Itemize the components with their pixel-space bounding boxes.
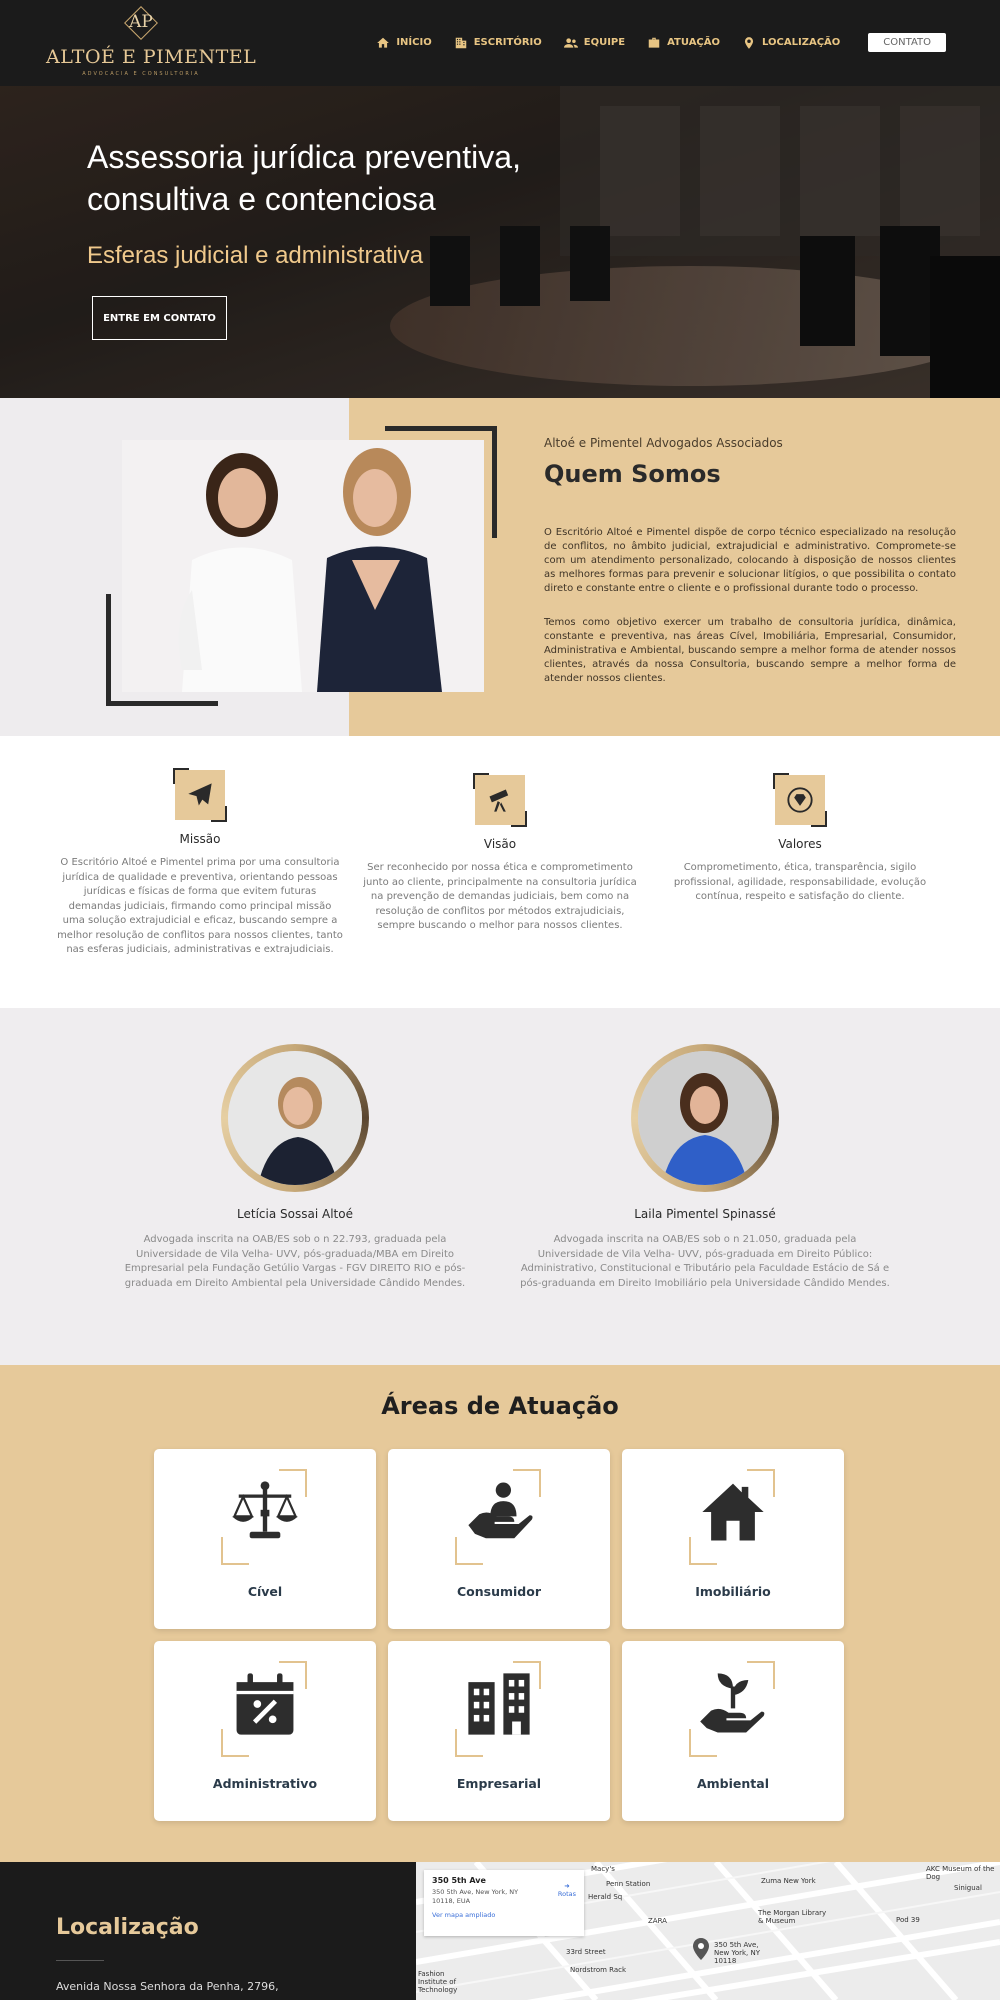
- nav-item-inicio[interactable]: INÍCIO: [376, 36, 432, 50]
- main-nav: INÍCIO ESCRITÓRIO EQUIPE ATUAÇÃO LOCALIZ…: [376, 33, 946, 52]
- area-card-civel[interactable]: Cível: [154, 1449, 376, 1629]
- briefcase-icon: [648, 37, 660, 48]
- area-card-ambiental[interactable]: Ambiental: [622, 1641, 844, 1821]
- location-title: Localização: [56, 1915, 199, 1940]
- area-card-empresarial[interactable]: Empresarial: [388, 1641, 610, 1821]
- team-member: Laila Pimentel Spinassé Advogada inscrit…: [520, 1044, 890, 1291]
- nav-item-equipe[interactable]: EQUIPE: [563, 36, 625, 50]
- hand-plant-icon: [700, 1673, 765, 1733]
- house-icon: [702, 1483, 764, 1541]
- hand-person-icon: [468, 1482, 533, 1539]
- practice-areas-section: Áreas de Atuação Cível Consumidor Imobil…: [0, 1365, 1000, 1862]
- area-card-imobiliario[interactable]: Imobiliário: [622, 1449, 844, 1629]
- partners-photo: [122, 440, 484, 692]
- values-block: Valores Comprometimento, ética, transpar…: [665, 773, 935, 905]
- location-section: Localização Avenida Nossa Senhora da Pen…: [0, 1862, 416, 2000]
- calendar-percent-icon: [236, 1673, 294, 1735]
- site-header: AP ALTOÉ E PIMENTEL ADVOCACIA E CONSULTO…: [0, 0, 1000, 86]
- brand-logo[interactable]: AP ALTOÉ E PIMENTEL ADVOCACIA E CONSULTO…: [46, 4, 257, 84]
- nav-item-localizacao[interactable]: LOCALIZAÇÃO: [742, 36, 840, 50]
- embedded-map[interactable]: 350 5th Ave 350 5th Ave, New York, NY 10…: [416, 1862, 1000, 2000]
- mission-block: Missão O Escritório Altoé e Pimentel pri…: [56, 768, 344, 958]
- brand-tagline: ADVOCACIA E CONSULTORIA: [82, 71, 200, 77]
- larger-map-link[interactable]: Ver mapa ampliado: [432, 1911, 576, 1919]
- telescope-icon: [489, 789, 509, 812]
- home-icon: [377, 37, 390, 48]
- avatar: [631, 1044, 779, 1192]
- location-pin-icon: [744, 36, 754, 49]
- about-paragraph: O Escritório Altoé e Pimentel dispõe de …: [544, 527, 956, 594]
- directions-icon: ➜: [564, 1882, 570, 1890]
- contact-button[interactable]: CONTATO: [868, 33, 946, 52]
- team-member: Letícia Sossai Altoé Advogada inscrita n…: [110, 1044, 480, 1291]
- about-title: Quem Somos: [544, 460, 721, 488]
- areas-title: Áreas de Atuação: [381, 1392, 619, 1420]
- contact-cta-button[interactable]: ENTRE EM CONTATO: [92, 296, 227, 340]
- map-pin-label: 350 5th Ave, New York, NY 10118: [714, 1941, 761, 1965]
- area-card-administrativo[interactable]: Administrativo: [154, 1641, 376, 1821]
- buildings-icon: [468, 1673, 530, 1735]
- mission-vision-values: Missão O Escritório Altoé e Pimentel pri…: [0, 736, 1000, 1008]
- nav-item-escritorio[interactable]: ESCRITÓRIO: [454, 36, 542, 50]
- vision-block: Visão Ser reconhecido por nossa ética e …: [362, 773, 638, 934]
- hero-title: Assessoria jurídica preventiva, consulti…: [87, 139, 521, 217]
- logo-monogram: AP: [124, 6, 158, 40]
- directions-link[interactable]: ➜ Rotas: [558, 1882, 576, 1898]
- building-icon: [455, 37, 466, 48]
- paper-plane-icon: [188, 783, 212, 806]
- diamond-icon: [787, 787, 813, 813]
- divider: [56, 1960, 104, 1961]
- about-section: Altoé e Pimentel Advogados Associados Qu…: [0, 398, 1000, 736]
- location-address: Avenida Nossa Senhora da Penha, 2796,: [56, 1980, 279, 1993]
- avatar: [221, 1044, 369, 1192]
- area-card-consumidor[interactable]: Consumidor: [388, 1449, 610, 1629]
- scales-icon: [232, 1481, 298, 1539]
- brand-name: ALTOÉ E PIMENTEL: [46, 46, 257, 68]
- people-icon: [563, 37, 578, 48]
- map-info-card: 350 5th Ave 350 5th Ave, New York, NY 10…: [424, 1870, 584, 1936]
- hero-banner: Assessoria jurídica preventiva, consulti…: [0, 86, 1000, 398]
- about-paragraph: Temos como objetivo exercer um trabalho …: [544, 617, 956, 684]
- about-kicker: Altoé e Pimentel Advogados Associados: [544, 436, 783, 450]
- nav-item-atuacao[interactable]: ATUAÇÃO: [647, 36, 720, 50]
- team-section: Letícia Sossai Altoé Advogada inscrita n…: [0, 1008, 1000, 1365]
- hero-subtitle: Esferas judicial e administrativa: [87, 242, 424, 269]
